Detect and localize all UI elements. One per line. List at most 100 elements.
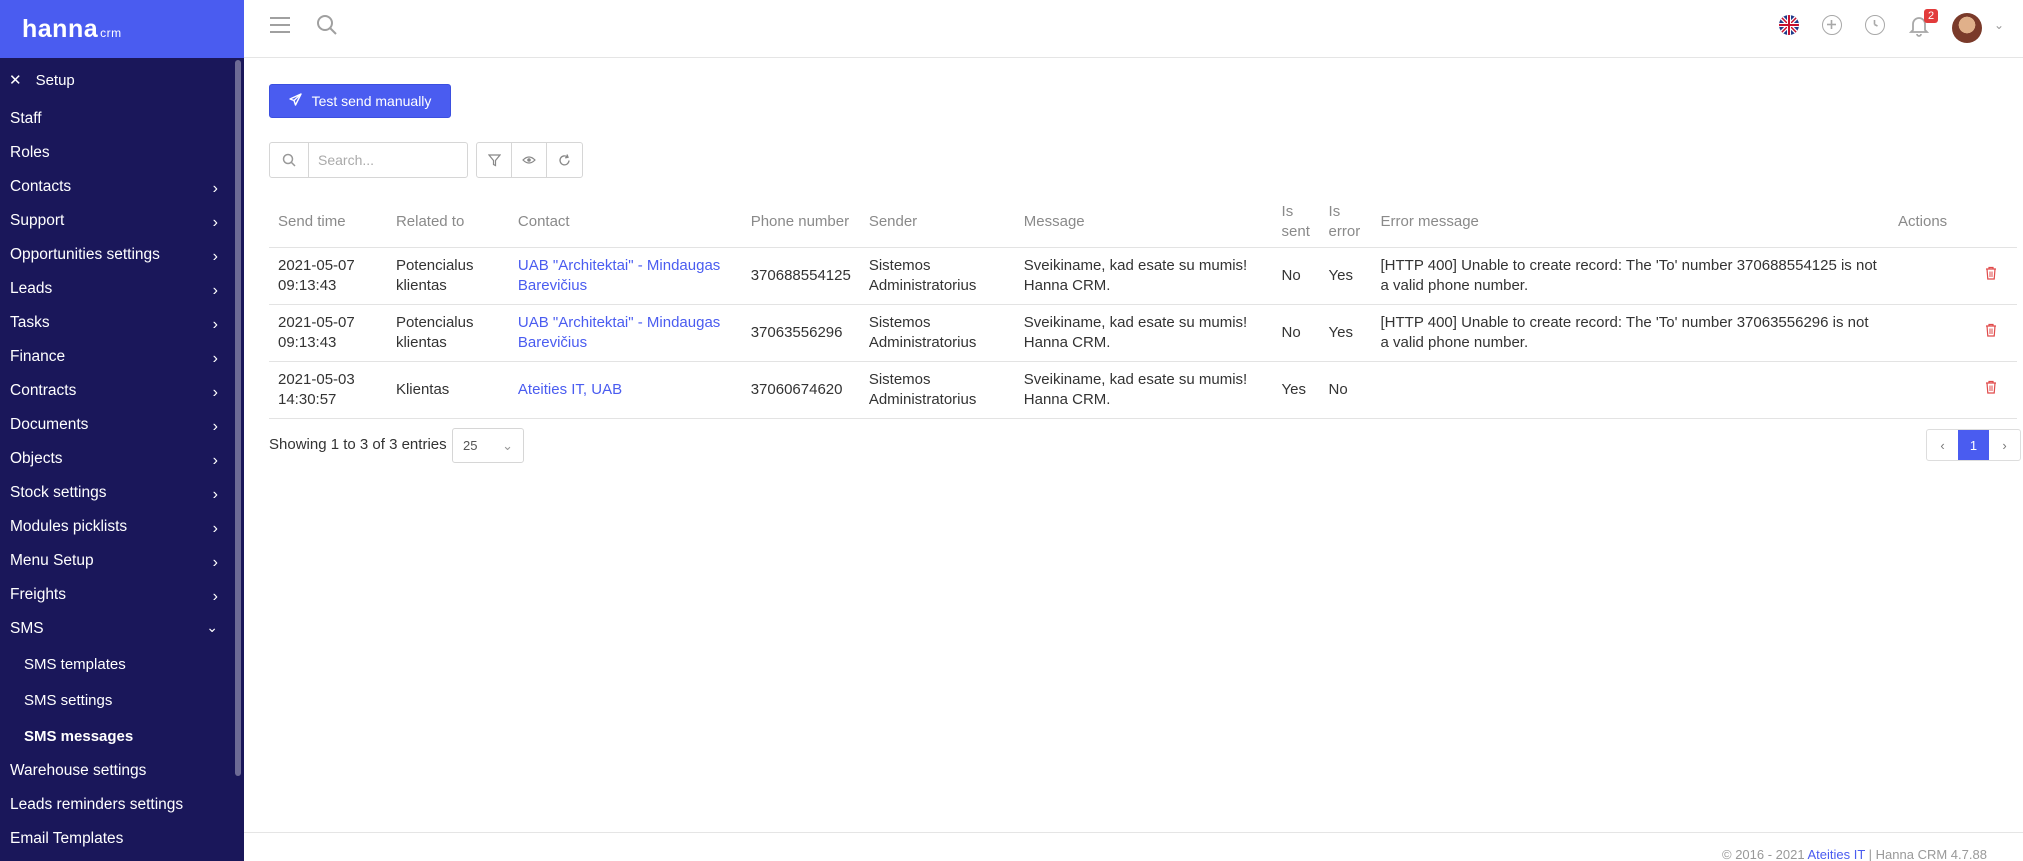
sms-messages-table: Send time Related to Contact Phone numbe… bbox=[269, 197, 2017, 419]
page-size-select[interactable]: 25 ⌄ bbox=[452, 428, 524, 463]
cell-related-to: Potencialus klientas bbox=[386, 304, 509, 362]
sidebar-item-label: SMS templates bbox=[24, 655, 126, 673]
chevron-right-icon: › bbox=[212, 214, 218, 231]
sidebar-item-sms[interactable]: SMS ⌄ bbox=[0, 612, 244, 646]
setup-header[interactable]: ✕ Setup bbox=[0, 58, 244, 102]
sidebar-item-label: Freights bbox=[10, 586, 66, 603]
table-tools bbox=[476, 142, 583, 178]
sidebar-item-stock-settings[interactable]: Stock settings › bbox=[0, 476, 244, 510]
logo[interactable]: hanna crm bbox=[22, 15, 122, 44]
cell-related-to: Potencialus klientas bbox=[386, 247, 509, 305]
sidebar-item-contacts[interactable]: Contacts › bbox=[0, 170, 244, 204]
sidebar-item-menu-setup[interactable]: Menu Setup › bbox=[0, 544, 244, 578]
sidebar-scrollbar[interactable] bbox=[235, 60, 241, 776]
col-message[interactable]: Message bbox=[1014, 197, 1273, 248]
sidebar-item-support[interactable]: Support › bbox=[0, 204, 244, 238]
sidebar-item-objects[interactable]: Objects › bbox=[0, 442, 244, 476]
sidebar-item-label: SMS settings bbox=[24, 691, 113, 709]
sidebar-item-opportunities-settings[interactable]: Opportunities settings › bbox=[0, 238, 244, 272]
cell-sender: Sistemos Administratorius bbox=[859, 247, 1015, 305]
trash-icon[interactable] bbox=[1985, 380, 1997, 398]
chevron-right-icon: › bbox=[212, 452, 218, 469]
sidebar-item-email-templates[interactable]: Email Templates bbox=[0, 822, 244, 856]
contact-link[interactable]: UAB "Architektai" - Mindaugas Barevičius bbox=[518, 257, 720, 294]
col-error-message[interactable]: Error message bbox=[1371, 197, 1889, 248]
sidebar-item-contracts[interactable]: Contracts › bbox=[0, 374, 244, 408]
col-sender[interactable]: Sender bbox=[859, 197, 1015, 248]
refresh-icon[interactable] bbox=[547, 143, 582, 177]
cell-is-sent: No bbox=[1272, 304, 1320, 362]
chevron-right-icon: › bbox=[212, 282, 218, 299]
avatar[interactable] bbox=[1952, 13, 1982, 43]
sidebar-item-label: Email Templates bbox=[10, 830, 124, 847]
cell-error-message bbox=[1371, 361, 1889, 419]
test-send-button[interactable]: Test send manually bbox=[269, 84, 451, 118]
sidebar-item-leads[interactable]: Leads › bbox=[0, 272, 244, 306]
cell-is-sent: Yes bbox=[1272, 361, 1320, 419]
col-contact[interactable]: Contact bbox=[508, 197, 742, 248]
test-send-label: Test send manually bbox=[311, 93, 432, 109]
chevron-right-icon: › bbox=[212, 486, 218, 503]
col-related-to[interactable]: Related to bbox=[386, 197, 509, 248]
footer-company-link[interactable]: Ateities IT bbox=[1807, 847, 1865, 861]
col-is-sent[interactable]: Is sent bbox=[1272, 197, 1320, 248]
col-send-time[interactable]: Send time bbox=[269, 197, 387, 248]
cell-actions bbox=[1888, 304, 2017, 362]
sidebar-item-tasks[interactable]: Tasks › bbox=[0, 306, 244, 340]
footer-divider bbox=[244, 832, 2023, 833]
search-input[interactable] bbox=[309, 143, 459, 177]
search-icon bbox=[270, 143, 309, 177]
clock-icon[interactable] bbox=[1865, 15, 1885, 35]
cell-message: Sveikiname, kad esate su mumis! Hanna CR… bbox=[1014, 247, 1273, 305]
sidebar-item-leads-reminders-settings[interactable]: Leads reminders settings bbox=[0, 788, 244, 822]
cell-message: Sveikiname, kad esate su mumis! Hanna CR… bbox=[1014, 361, 1273, 419]
sidebar-item-label: Roles bbox=[10, 144, 50, 161]
sidebar-item-finance[interactable]: Finance › bbox=[0, 340, 244, 374]
setup-title: Setup bbox=[35, 71, 75, 89]
menu-toggle-icon[interactable] bbox=[270, 17, 290, 38]
sidebar-item-sms-templates[interactable]: SMS templates bbox=[0, 646, 244, 682]
search-icon[interactable] bbox=[316, 14, 338, 36]
chevron-down-icon[interactable]: ⌄ bbox=[1994, 18, 2004, 32]
table-row: 2021-05-07 09:13:43 Potencialus klientas U… bbox=[269, 304, 2017, 362]
sidebar-item-staff[interactable]: Staff bbox=[0, 102, 244, 136]
filter-icon[interactable] bbox=[477, 143, 512, 177]
notification-badge: 2 bbox=[1924, 9, 1939, 23]
sidebar-item-modules-picklists[interactable]: Modules picklists › bbox=[0, 510, 244, 544]
cell-phone: 37063556296 bbox=[741, 304, 860, 362]
trash-icon[interactable] bbox=[1985, 266, 1997, 284]
page-button[interactable]: 1 bbox=[1958, 430, 1989, 460]
cell-send-time: 2021-05-07 09:13:43 bbox=[269, 304, 387, 362]
sidebar-item-freights[interactable]: Freights › bbox=[0, 578, 244, 612]
sidebar-item-documents[interactable]: Documents › bbox=[0, 408, 244, 442]
logo-bar: hanna crm bbox=[0, 0, 244, 58]
sidebar-item-sms-messages[interactable]: SMS messages bbox=[0, 718, 244, 754]
sidebar-item-warehouse-settings[interactable]: Warehouse settings bbox=[0, 754, 244, 788]
sidebar-item-label: Warehouse settings bbox=[10, 762, 147, 779]
chevron-right-icon: › bbox=[212, 418, 218, 435]
col-phone[interactable]: Phone number bbox=[741, 197, 860, 248]
table-row: 2021-05-07 09:13:43 Potencialus klientas U… bbox=[269, 247, 2017, 305]
contact-link[interactable]: Ateities IT, UAB bbox=[518, 381, 622, 398]
add-icon[interactable] bbox=[1822, 15, 1842, 35]
sidebar-item-label: Contacts bbox=[10, 178, 72, 195]
sidebar-item-sms-settings[interactable]: SMS settings bbox=[0, 682, 244, 718]
eye-icon[interactable] bbox=[512, 143, 547, 177]
sidebar-item-label: Objects bbox=[10, 450, 63, 467]
contact-link[interactable]: UAB "Architektai" - Mindaugas Barevičius bbox=[518, 314, 720, 351]
prev-page-button[interactable]: ‹ bbox=[1927, 430, 1958, 460]
sidebar-item-roles[interactable]: Roles bbox=[0, 136, 244, 170]
close-icon[interactable]: ✕ bbox=[9, 71, 22, 89]
sidebar-item-label: Opportunities settings bbox=[10, 246, 160, 263]
next-page-button[interactable]: › bbox=[1989, 430, 2020, 460]
cell-sender: Sistemos Administratorius bbox=[859, 304, 1015, 362]
chevron-right-icon: › bbox=[212, 588, 218, 605]
chevron-right-icon: › bbox=[212, 180, 218, 197]
cell-contact: UAB "Architektai" - Mindaugas Barevičius bbox=[508, 304, 742, 362]
trash-icon[interactable] bbox=[1985, 323, 1997, 341]
chevron-right-icon: › bbox=[212, 384, 218, 401]
language-flag-icon[interactable] bbox=[1779, 15, 1799, 35]
chevron-right-icon: › bbox=[212, 248, 218, 265]
cell-phone: 37060674620 bbox=[741, 361, 860, 419]
col-is-error[interactable]: Is error bbox=[1319, 197, 1372, 248]
